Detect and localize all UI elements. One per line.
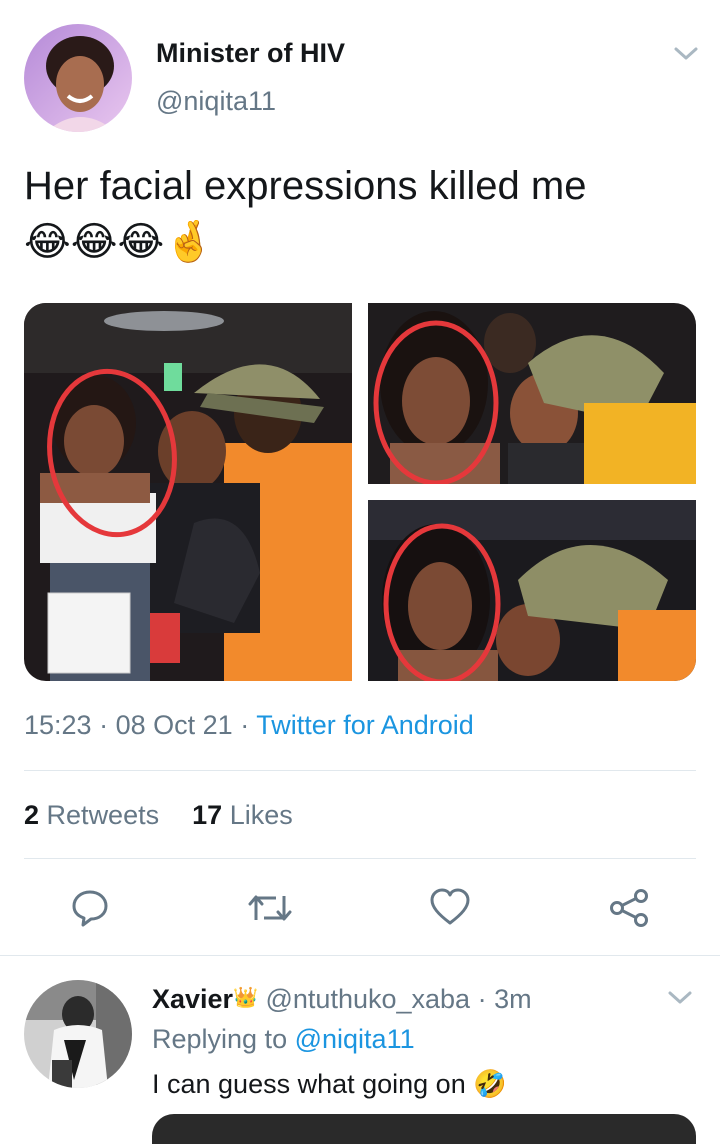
chevron-down-icon[interactable]: [672, 44, 700, 64]
reply-author-handle[interactable]: @ntuthuko_xaba: [266, 984, 471, 1014]
chevron-down-icon[interactable]: [666, 988, 694, 1008]
replying-to-label: Replying to: [152, 1024, 288, 1054]
reply-media-preview[interactable]: [152, 1114, 696, 1144]
section-separator: [0, 955, 720, 956]
tweet-text: Her facial expressions killed me: [24, 164, 587, 208]
tweet-photo-3[interactable]: [368, 500, 696, 681]
tweet-source-link[interactable]: Twitter for Android: [256, 710, 474, 740]
likes-stat[interactable]: 17 Likes: [192, 800, 293, 830]
tweet-meta: 15:23 · 08 Oct 21 · Twitter for Android: [24, 710, 474, 741]
reply-author-name[interactable]: Xavier: [152, 984, 233, 1014]
reply-text: I can guess what going on 🤣: [152, 1068, 507, 1100]
reply-emoji: 🤣: [473, 1069, 507, 1099]
replying-to: Replying to @niqita11: [152, 1024, 415, 1055]
reply-author-avatar[interactable]: [24, 980, 132, 1088]
share-icon[interactable]: [608, 888, 650, 928]
tweet-date: 08 Oct 21: [115, 710, 233, 740]
likes-count: 17: [192, 800, 223, 830]
replying-to-handle[interactable]: @niqita11: [295, 1024, 415, 1054]
reply-text-body: I can guess what going on: [152, 1069, 466, 1099]
author-name[interactable]: Minister of HIV: [156, 38, 345, 69]
retweet-icon[interactable]: [248, 890, 292, 926]
like-icon[interactable]: [430, 888, 470, 926]
tweet-time: 15:23: [24, 710, 92, 740]
author-handle[interactable]: @niqita11: [156, 86, 276, 117]
meta-separator: ·: [240, 710, 250, 740]
tweet-emoji: 😂😂😂🤞: [24, 220, 215, 264]
author-avatar[interactable]: [24, 24, 132, 132]
divider: [24, 770, 696, 771]
likes-label: Likes: [229, 800, 293, 830]
retweets-stat[interactable]: 2 Retweets: [24, 800, 167, 830]
meta-separator: ·: [477, 984, 487, 1014]
reply-header: Xavier👑 @ntuthuko_xaba · 3m: [152, 984, 532, 1015]
meta-separator: ·: [99, 710, 109, 740]
tweet-stats: 2 Retweets 17 Likes: [24, 800, 293, 831]
divider: [24, 858, 696, 859]
tweet-photo-1[interactable]: [24, 303, 352, 681]
tweet-photo-2[interactable]: [368, 303, 696, 484]
reply-icon[interactable]: [70, 888, 110, 928]
reply-time: 3m: [494, 984, 532, 1014]
retweets-count: 2: [24, 800, 40, 830]
crown-badge: 👑: [233, 987, 258, 1009]
retweets-label: Retweets: [46, 800, 160, 830]
